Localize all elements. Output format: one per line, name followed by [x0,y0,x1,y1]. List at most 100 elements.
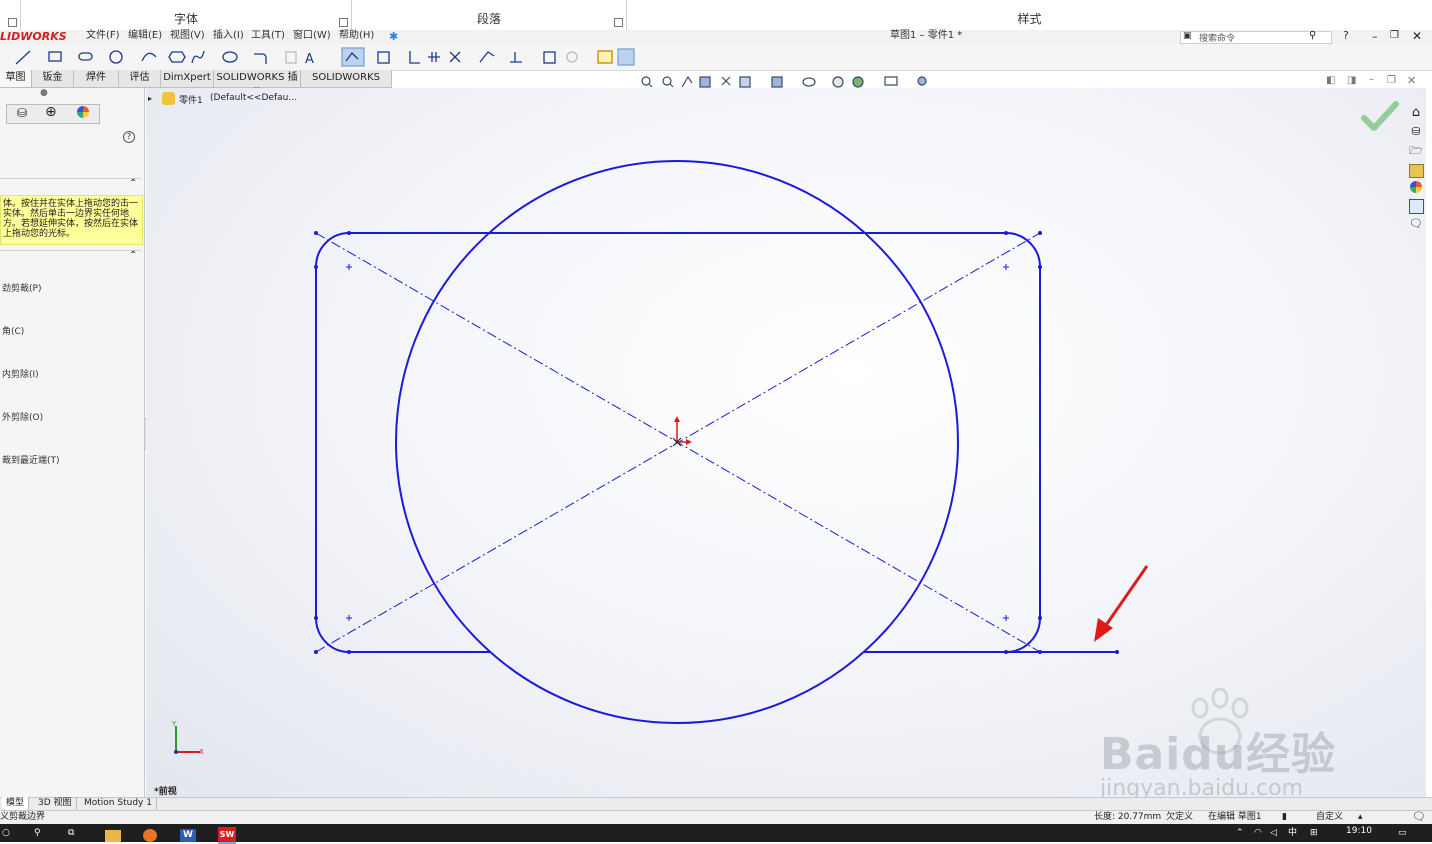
circle-tool-icon [109,50,123,64]
file-explorer-taskbar-icon[interactable] [105,830,121,842]
rebuild-icon[interactable]: ▮ [1282,810,1287,824]
menu-view[interactable]: 视图(V) [170,30,205,44]
menu-help[interactable]: 帮助(H) [339,30,374,44]
minimize-icon[interactable]: – [1372,30,1378,43]
trim-tool-icon [341,47,365,67]
ribbon-group-font: 字体 [21,0,352,30]
dialog-launcher-icon[interactable] [339,18,348,27]
annotation-arrow [1094,565,1149,642]
notification-icon[interactable]: ▭ [1398,825,1407,842]
search-icon[interactable]: ⚲ [1309,30,1316,41]
tab-3d-views[interactable]: 3D 视图 [34,797,77,810]
menu-window[interactable]: 窗口(W) [293,30,331,44]
pane-grip-icon[interactable]: ● [40,88,48,98]
option-trim-away-outside[interactable]: 外剪除(O) [2,410,43,423]
mirror-entities-icon [428,52,440,62]
axis-y-label: Y [172,720,177,728]
line-tool-icon [15,50,31,65]
search-taskbar-icon[interactable]: ○ [2,825,10,842]
dialog-launcher-icon[interactable] [614,18,623,27]
sketch-points [314,231,1119,654]
ribbon-group-styles: 样式 [627,0,1432,30]
convert-entities-icon [377,51,390,64]
tab-dimxpert[interactable]: DimXpert [161,70,214,87]
section-divider [0,250,141,251]
option-trim-away-inside[interactable]: 内剪除(I) [2,367,39,380]
tab-motion-study[interactable]: Motion Study 1 [80,797,157,810]
tab-weldments[interactable]: 焊件 [74,70,119,87]
pin-icon[interactable]: ✱ [389,30,398,43]
configuration-manager-icon[interactable]: ⛁ [17,106,27,120]
display-relations-icon [510,52,522,63]
viewport-close-icon[interactable]: ✕ [1407,74,1416,87]
help-icon[interactable]: ? [123,131,135,143]
firefox-taskbar-icon[interactable] [143,829,157,842]
hide-show-items-icon [802,77,816,87]
sketch-origin-icon [672,416,692,447]
volume-icon[interactable]: ◁ [1270,825,1277,842]
message-box: 体。按住并在实体上拖动您的击一实体。然后单击一边界实任何地方。若想延伸实体，按然… [0,195,143,245]
taskbar-clock[interactable]: 19:10 [1346,826,1372,836]
search-taskbar-magnifier-icon[interactable]: ⚲ [34,825,41,842]
dynamic-annotation-icon [721,76,731,86]
option-power-trim[interactable]: 劲剪裁(P) [2,281,41,294]
viewport-tile-icon[interactable]: ◧ [1326,75,1335,86]
view-name-label: *前视 [154,787,177,797]
search-box[interactable]: ▣ 搜索命令 ⚲ [1180,30,1332,44]
ribbon-group-label: 段落 [476,12,501,26]
solidworks-taskbar-icon[interactable]: SW [218,827,236,844]
plane-tool-icon [285,51,297,64]
menu-edit[interactable]: 编辑(E) [128,30,162,44]
viewport-minimize-icon[interactable]: – [1369,74,1374,85]
ime-mode-icon[interactable]: ⊞ [1310,825,1318,842]
ribbon-group-label: 样式 [1017,12,1042,26]
display-manager-icon[interactable] [77,106,89,118]
feedback-icon[interactable]: 🗨 [1412,810,1426,824]
word-ribbon: 字体 段落 样式 [0,0,1432,31]
dialog-launcher-icon[interactable] [8,18,17,27]
collapse-options-icon[interactable]: ⌃ [129,250,137,261]
bottom-tabs [0,797,1432,811]
units-selector[interactable]: 自定义 [1316,810,1343,824]
close-icon[interactable]: ✕ [1412,29,1422,43]
option-corner[interactable]: 角(C) [2,324,24,337]
viewport-split-icon[interactable]: ◨ [1347,75,1356,86]
message-text: 体。按住并在实体上拖动您的击一实体。然后单击一边界实任何地方。若想延伸实体，按然… [3,199,139,239]
ime-indicator[interactable]: 中 [1288,825,1297,842]
sketch-toolbar-icons: A [15,47,635,67]
restore-icon[interactable]: ❐ [1390,30,1399,41]
document-title: 草图1 – 零件1 * [890,30,963,41]
wifi-icon[interactable]: ◠ [1254,825,1262,842]
slot-tool-icon [78,52,93,61]
ellipse-tool-icon [222,51,238,63]
help-button[interactable]: ? [1343,30,1349,44]
solidworks-logo[interactable]: LIDWORKS [0,30,67,44]
search-input[interactable]: 搜索命令 [1199,31,1235,44]
viewport-restore-icon[interactable]: ❐ [1387,75,1396,86]
tab-sketch[interactable]: 草图 [0,70,32,87]
word-taskbar-icon[interactable]: W [180,829,196,842]
rectangle-tool-icon [48,51,62,62]
tab-evaluate[interactable]: 评估 [119,70,161,87]
tab-solidworks-addins[interactable]: SOLIDWORKS 插件 [214,70,301,99]
menu-file[interactable]: 文件(F) [86,30,120,44]
tab-solidworks-mbd[interactable]: SOLIDWORKS MBD [301,70,392,99]
pane-tab-strip: ⛁ ⊕ [6,104,100,124]
rectangle-right-edges [349,232,1041,653]
polygon-tool-icon [168,51,186,63]
ribbon-group-paragraph: 段落 [352,0,627,30]
collapse-message-icon[interactable]: ⌃ [129,178,137,189]
tray-expand-icon[interactable]: ⌃ [1236,825,1244,842]
section-divider [0,178,141,179]
tab-sheet-metal[interactable]: 钣金 [32,70,74,87]
tab-model[interactable]: 模型 [2,797,30,810]
rectangle-left-edges [315,232,350,653]
windows-taskbar [0,824,1432,842]
units-dropdown-icon[interactable]: ▴ [1358,810,1363,824]
menu-tools[interactable]: 工具(T) [251,30,285,44]
menu-insert[interactable]: 插入(I) [213,30,244,44]
rapid-sketch-icon [597,50,613,64]
option-trim-to-closest[interactable]: 裁到最近端(T) [2,453,60,466]
dimxpert-manager-icon[interactable]: ⊕ [45,104,57,120]
task-view-icon[interactable]: ⧉ [68,825,74,842]
